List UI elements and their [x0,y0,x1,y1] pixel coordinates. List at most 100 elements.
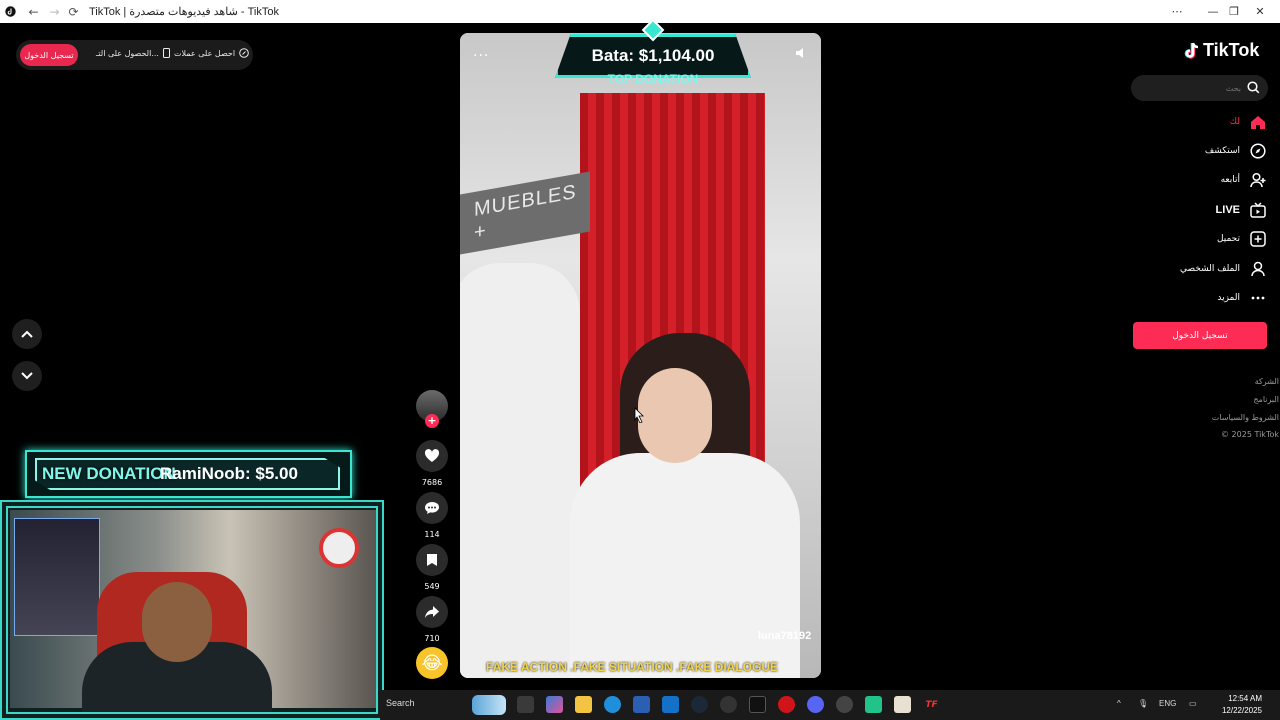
chevron-down-icon [21,372,33,380]
get-coins-link[interactable]: احصل على عملات [174,48,249,58]
follow-button[interactable]: + [425,414,439,428]
sidebar-item-label: تحميل [1216,234,1240,244]
like-count: 7686 [421,478,443,487]
footer-link-terms[interactable]: الشروط والسياسات [1212,413,1279,422]
sidebar-item-explore[interactable]: استكشف [1140,140,1266,162]
language-indicator[interactable]: ENG [1159,699,1176,708]
clock-date: 12/22/2025 [1221,706,1262,715]
share-icon [425,606,439,618]
home-icon [1251,115,1265,129]
compass-icon [1250,143,1266,159]
sidebar-item-label: لك [1229,117,1240,127]
network-icon[interactable]: ▭ [1189,699,1197,708]
get-coins-label: احصل على عملات [174,48,236,58]
footer-link-program[interactable]: البرنامج [1253,395,1279,404]
like-button[interactable] [416,440,448,472]
browser-menu-icon[interactable]: ⋯ [1157,0,1197,23]
mail-app-icon[interactable] [894,696,911,713]
microphone-icon[interactable]: 🎙 [1138,699,1148,708]
share-button[interactable] [416,596,448,628]
sidebar-item-label: أتابعه [1220,175,1240,185]
tikfinity-icon[interactable]: TF [923,696,940,713]
clock-time: 12:54 AM [1228,694,1262,703]
outlook-icon[interactable] [662,696,679,713]
reload-icon[interactable]: ⟳ [66,4,81,19]
next-video-button[interactable] [12,361,42,391]
sidebar-item-profile[interactable]: الملف الشخصي [1140,258,1266,280]
app-icon[interactable] [865,696,882,713]
logo-text: TikTok [1203,40,1260,60]
comment-count: 114 [424,530,440,539]
tiktok-app-icon[interactable] [749,696,766,713]
more-icon [1251,296,1265,300]
widgets-icon[interactable] [546,696,563,713]
footer-copyright: © 2025 TikTok [1221,430,1279,439]
comment-action: 114 [416,492,448,539]
tiktok-favicon-icon [3,4,18,19]
video-woman-shirt [570,453,800,678]
top-action-bar: تسجيل الدخول الحصول على التـ... احصل على… [16,40,253,70]
share-count: 710 [424,634,440,643]
mouse-cursor-icon [634,407,644,423]
tiktok-logo-icon [1184,42,1199,59]
video-username[interactable]: luna78192 [758,630,811,642]
search-input[interactable] [1141,79,1241,97]
bookmark-icon [427,554,437,566]
streamer-webcam [0,500,384,720]
obs-icon[interactable] [836,696,853,713]
footer-link-company[interactable]: الشركة [1255,377,1279,386]
close-button[interactable]: ✕ [1240,0,1280,23]
top-donation-overlay: Bata: $1,104.00 TOP DONATION [515,18,791,88]
4k-video-icon[interactable] [720,696,737,713]
previous-video-button[interactable] [12,319,42,349]
sidebar-item-label: المزيد [1217,293,1240,303]
profile-icon [1251,261,1265,277]
login-button[interactable]: تسجيل الدخول [20,44,78,66]
heart-icon [424,449,440,462]
like-action: 7686 [416,440,448,487]
discord-icon[interactable] [807,696,824,713]
laughing-emoji-icon[interactable]: 😂 [416,647,448,679]
sidebar-login-button[interactable]: تسجيل الدخول [1133,322,1267,349]
get-app-label: الحصول على التـ... [96,48,159,58]
get-app-link[interactable]: الحصول على التـ... [96,48,170,58]
sidebar-item-following[interactable]: أتابعه [1140,169,1266,191]
search-icon[interactable] [1247,81,1260,94]
store-icon[interactable] [633,696,650,713]
taskbar-clock[interactable]: 12:54 AM 12/22/2025 [1202,693,1262,717]
tab-title: TikTok | شاهد فيديوهات متصدرة - TikTok [89,6,279,18]
back-icon[interactable]: ← [26,4,41,19]
sidebar-item-live[interactable]: LIVE [1140,199,1266,221]
comment-button[interactable] [416,492,448,524]
live-icon [1250,202,1266,218]
bookmark-button[interactable] [416,544,448,576]
edge-icon[interactable] [604,696,621,713]
tray-chevron-icon[interactable]: ^ [1117,699,1121,708]
file-explorer-icon[interactable] [575,696,592,713]
steam-icon[interactable] [691,696,708,713]
windows-taskbar: Search TF ^ 🎙 ENG ▭ 12:54 AM 12/22/2025 [380,690,1280,720]
video-caption: FAKE ACTION .FAKE SITUATION .FAKE DIALOG… [486,660,779,674]
share-action: 710 [416,596,448,643]
video-player[interactable]: MUEBLES + [460,33,821,678]
search-box[interactable] [1131,75,1268,101]
volume-icon[interactable] [795,47,807,62]
forward-icon[interactable]: → [47,4,62,19]
top-donation-label: TOP DONATION [607,72,699,86]
upload-icon [1250,231,1266,247]
video-more-icon[interactable]: ··· [473,48,489,64]
sidebar-item-upload[interactable]: تحميل [1140,228,1266,250]
sidebar-item-more[interactable]: المزيد [1140,287,1266,309]
video-man [460,263,580,678]
taskbar-search[interactable]: Search [386,698,415,708]
sidebar-item-for-you[interactable]: لك [1140,111,1266,133]
opera-icon[interactable] [778,696,795,713]
task-view-icon[interactable] [517,696,534,713]
top-donation-amount: Bata: $1,104.00 [591,46,715,65]
comment-icon [425,502,439,514]
sidebar-item-label: LIVE [1215,204,1240,216]
search-highlight-image [472,695,506,715]
video-woman-face [638,368,712,463]
following-icon [1250,172,1266,188]
tiktok-logo[interactable]: TikTok [1184,40,1259,61]
